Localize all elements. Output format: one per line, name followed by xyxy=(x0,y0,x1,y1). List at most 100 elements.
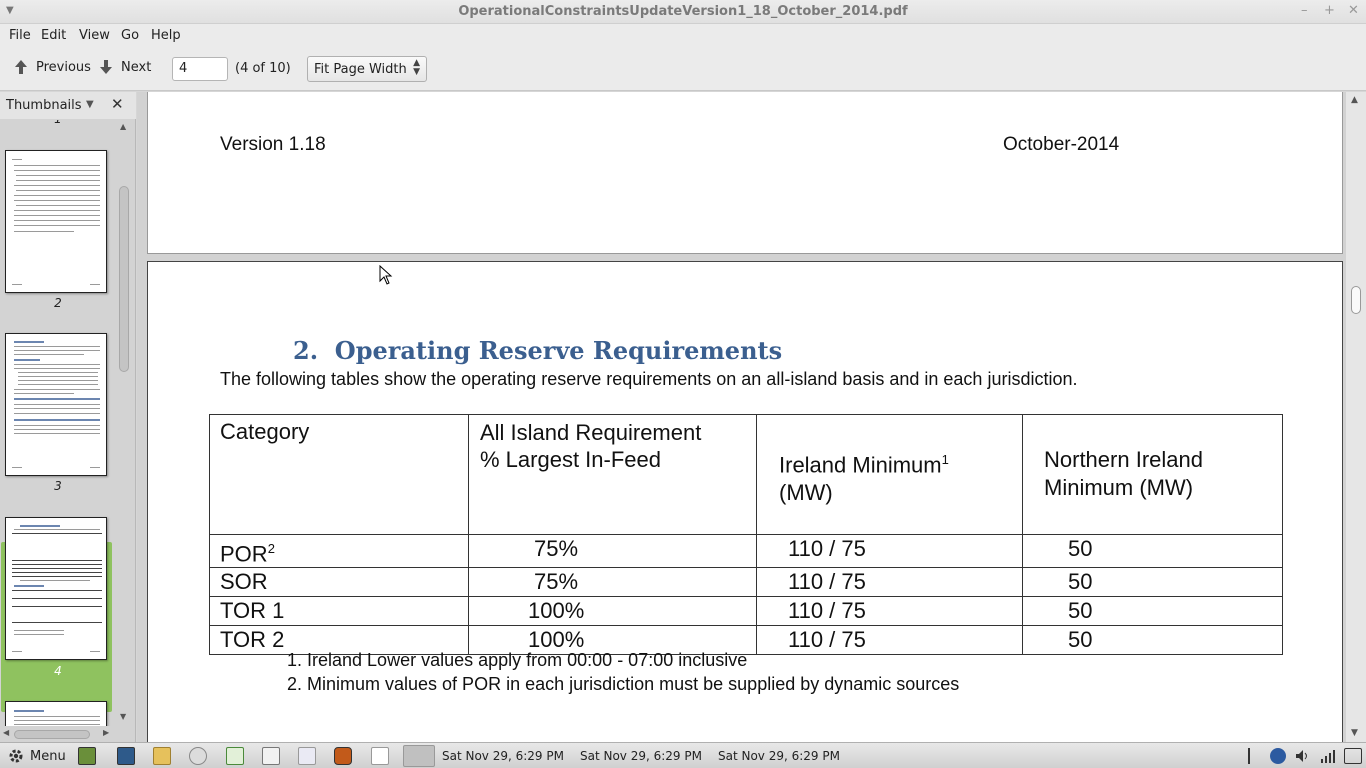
doc-scroll-up-icon[interactable]: ▲ xyxy=(1351,95,1358,105)
cell-category-text: POR xyxy=(220,541,268,567)
document-vertical-scrollbar[interactable]: ▲ ▼ xyxy=(1346,92,1366,742)
thumbnail-number-3: 3 xyxy=(54,479,62,493)
sidebar-title: Thumbnails xyxy=(6,98,82,113)
cell-ni: 50 xyxy=(1022,625,1283,656)
thumbnail-number-1: 1 xyxy=(0,120,116,126)
presentation-launcher-icon[interactable] xyxy=(298,747,316,765)
window-title: OperationalConstraintsUpdateVersion1_18_… xyxy=(458,4,908,19)
cell-ireland: 110 / 75 xyxy=(756,567,1023,598)
header-ni-line2: Minimum (MW) xyxy=(1044,475,1194,500)
sidebar: Thumbnails ▼ ✕ 1 2 xyxy=(0,92,136,742)
clock-2: Sat Nov 29, 6:29 PM xyxy=(580,749,702,763)
header-all-island-line2: % Largest In-Feed xyxy=(480,447,661,472)
cell-ni: 50 xyxy=(1022,533,1283,569)
document-view[interactable]: Version 1.18 October-2014 2. Operating R… xyxy=(137,92,1366,742)
thumbnail-page-3[interactable] xyxy=(5,333,107,476)
page-header-date: October-2014 xyxy=(1003,134,1120,155)
display-icon[interactable] xyxy=(1344,748,1362,764)
thumbnail-pane[interactable]: 1 2 xyxy=(0,120,116,726)
volume-icon[interactable] xyxy=(1295,748,1311,764)
header-ireland-min: Ireland Minimum1 (MW) xyxy=(756,414,1023,535)
arrow-down-icon xyxy=(100,60,112,74)
sidebar-close-icon[interactable]: ✕ xyxy=(111,95,124,113)
clock-1: Sat Nov 29, 6:29 PM xyxy=(442,749,564,763)
sidebar-dropdown-icon[interactable]: ▼ xyxy=(86,99,94,110)
menu-go[interactable]: Go xyxy=(121,28,139,43)
minimize-icon[interactable]: – xyxy=(1301,3,1308,18)
spin-arrows-icon: ▲ ▼ xyxy=(413,58,420,77)
next-label: Next xyxy=(121,59,152,75)
pdf-window-button-icon[interactable] xyxy=(371,747,389,765)
header-all-island: All Island Requirement % Largest In-Feed xyxy=(468,414,757,535)
toolbar: Previous Next 4 (4 of 10) Fit Page Width… xyxy=(0,47,1366,91)
disc-launcher-icon[interactable] xyxy=(189,747,207,765)
folder-launcher-icon[interactable] xyxy=(153,747,171,765)
doc-scroll-down-icon[interactable]: ▼ xyxy=(1351,728,1358,738)
previous-label: Previous xyxy=(36,59,91,75)
menu-label: Menu xyxy=(30,748,66,764)
mouse-pointer-icon xyxy=(379,265,393,285)
thumbnail-page-4[interactable] xyxy=(5,517,107,660)
section-heading: 2. Operating Reserve Requirements xyxy=(293,336,782,365)
menu-edit[interactable]: Edit xyxy=(41,28,66,43)
scroll-up-icon[interactable]: ▲ xyxy=(120,122,126,131)
maximize-icon[interactable]: + xyxy=(1324,3,1335,18)
next-button[interactable]: Next xyxy=(99,59,151,75)
document-scroll-thumb[interactable] xyxy=(1351,286,1361,314)
menu-help[interactable]: Help xyxy=(151,28,181,43)
cell-category: SOR xyxy=(209,567,469,598)
media-player-launcher-icon[interactable] xyxy=(334,747,352,765)
table-row: POR2 75% 110 / 75 50 xyxy=(209,533,1283,569)
thumbnail-page-5[interactable] xyxy=(5,701,107,726)
scroll-down-icon[interactable]: ▼ xyxy=(120,712,126,721)
scroll-left-icon[interactable]: ◀ xyxy=(3,728,9,737)
file-manager-launcher-icon[interactable] xyxy=(117,747,135,765)
cell-all-island: 75% xyxy=(468,533,757,569)
menu-bar: File Edit View Go Help xyxy=(0,24,1366,47)
sidebar-scroll-thumb[interactable] xyxy=(119,186,129,372)
cell-all-island: 75% xyxy=(468,567,757,598)
network-signal-icon[interactable] xyxy=(1248,748,1256,764)
terminal-launcher-icon[interactable] xyxy=(78,747,96,765)
start-menu-button[interactable]: Menu xyxy=(8,748,66,764)
header-ni-min: Northern Ireland Minimum (MW) xyxy=(1022,414,1283,535)
zoom-select[interactable]: Fit Page Width ▲ ▼ xyxy=(307,56,427,82)
footnote-1: 1. Ireland Lower values apply from 00:00… xyxy=(287,650,748,670)
thumbnail-page-2[interactable] xyxy=(5,150,107,293)
scroll-right-icon[interactable]: ▶ xyxy=(103,728,109,737)
reserve-requirements-table: Category All Island Requirement % Larges… xyxy=(209,414,1283,656)
section-number: 2. xyxy=(293,336,319,365)
title-bar: ▼ OperationalConstraintsUpdateVersion1_1… xyxy=(0,0,1366,24)
footnote-ref-1: 1 xyxy=(941,452,949,467)
close-window-icon[interactable]: ✕ xyxy=(1348,3,1359,18)
cell-ireland: 110 / 75 xyxy=(756,596,1023,627)
cell-all-island: 100% xyxy=(468,596,757,627)
wifi-bars-icon[interactable] xyxy=(1320,748,1336,764)
sidebar-horizontal-scrollbar[interactable]: ◀ ▶ xyxy=(0,727,116,741)
table-header-row: Category All Island Requirement % Larges… xyxy=(209,414,1283,535)
menu-view[interactable]: View xyxy=(79,28,110,43)
table-row: TOR 1 100% 110 / 75 50 xyxy=(209,596,1283,627)
document-launcher-icon[interactable] xyxy=(262,747,280,765)
taskbar: Menu Sat Nov 29, 6:29 PM Sat Nov 29, 6:2… xyxy=(0,742,1366,768)
menu-file[interactable]: File xyxy=(9,28,31,43)
sidebar-header: Thumbnails ▼ ✕ xyxy=(0,92,136,119)
active-window-button[interactable] xyxy=(403,745,435,767)
header-ireland-line1: Ireland Minimum xyxy=(779,452,942,478)
sidebar-vertical-scrollbar[interactable]: ▲ ▼ xyxy=(117,120,131,726)
thumbnail-number-2: 2 xyxy=(54,296,62,310)
table-row: SOR 75% 110 / 75 50 xyxy=(209,567,1283,598)
gear-icon xyxy=(9,749,23,763)
cell-category: POR2 xyxy=(209,533,469,569)
sidebar-hscroll-thumb[interactable] xyxy=(14,730,90,739)
thumbnail-number-4: 4 xyxy=(54,664,62,678)
footnote-ref-2: 2 xyxy=(267,541,275,556)
section-title: Operating Reserve Requirements xyxy=(334,336,783,365)
previous-button[interactable]: Previous xyxy=(14,59,91,75)
cell-ni: 50 xyxy=(1022,596,1283,627)
header-category-label: Category xyxy=(220,419,310,444)
spreadsheet-launcher-icon[interactable] xyxy=(226,747,244,765)
info-icon[interactable] xyxy=(1270,748,1286,764)
page-number-input[interactable]: 4 xyxy=(172,57,228,81)
pdf-page-4: 2. Operating Reserve Requirements The fo… xyxy=(147,261,1343,742)
